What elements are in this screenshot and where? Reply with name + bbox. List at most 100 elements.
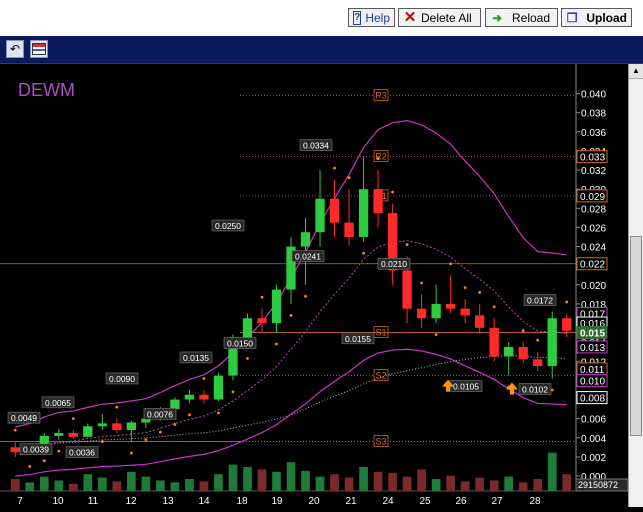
volume-bar — [344, 477, 354, 491]
volume-bar — [417, 469, 426, 491]
candle-body — [475, 315, 485, 328]
volume-bar — [286, 462, 296, 491]
y-tick-label: 0.038 — [581, 109, 606, 120]
candle-body — [97, 423, 107, 427]
chart-svg: DEWM0.0400.0380.0360.0340.0320.0300.0280… — [0, 64, 629, 507]
annotation-label: 0.0065 — [45, 398, 71, 408]
annotation-label: 0.0076 — [147, 409, 173, 419]
help-button[interactable]: ? Help — [348, 8, 395, 27]
upload-label: Upload — [586, 10, 627, 25]
annotation-label: 0.0155 — [345, 334, 371, 344]
delete-all-label: Delete All — [421, 10, 472, 25]
sar-dot — [333, 166, 336, 170]
candle-body — [373, 189, 383, 214]
volume-bar — [388, 472, 397, 491]
sar-dot — [565, 300, 569, 304]
volume-bar — [547, 452, 557, 491]
candle-body — [54, 432, 64, 436]
pivot-label-s2: S2 — [375, 371, 386, 381]
chart-panel-icon — [32, 43, 46, 55]
price-tag-label: 0.022 — [580, 260, 605, 271]
volume-bar — [315, 476, 325, 491]
x-tick-label: 26 — [455, 496, 467, 507]
candle-body — [68, 432, 78, 437]
volume-bar — [562, 474, 572, 491]
volume-bar — [199, 481, 209, 491]
undo-icon: ↶ — [9, 42, 21, 56]
sar-dot — [347, 176, 351, 180]
volume-bar — [39, 476, 49, 491]
price-tag-label: 0.013 — [580, 343, 605, 354]
pivot-label-s3: S3 — [375, 437, 386, 447]
candle-body — [547, 318, 557, 367]
candle-body — [329, 198, 340, 223]
scroll-thumb[interactable] — [630, 236, 642, 436]
x-tick-label: 18 — [236, 496, 248, 507]
volume-bar — [446, 475, 455, 491]
sar-dot — [246, 357, 249, 360]
sar-dot — [260, 295, 264, 299]
chart-settings-button[interactable] — [30, 40, 48, 58]
candle-body — [562, 318, 572, 331]
candle-body — [184, 394, 195, 400]
volume-bar — [301, 470, 310, 491]
candle-body — [460, 308, 470, 316]
candle-body — [518, 346, 528, 360]
volume-bar — [533, 479, 543, 491]
price-tag-label: 0.010 — [580, 376, 605, 387]
volume-bar — [257, 469, 267, 491]
volume-bar — [359, 467, 368, 491]
y-tick-label: 0.020 — [581, 281, 606, 292]
x-tick-label: 13 — [162, 496, 174, 507]
upload-button[interactable]: ❒ Upload — [561, 8, 632, 27]
y-tick-label: 0.002 — [581, 453, 606, 464]
annotation-label: 0.0241 — [295, 252, 321, 262]
y-tick-label: 0.028 — [581, 204, 606, 215]
volume-bar — [68, 483, 78, 491]
y-tick-label: 0.036 — [581, 128, 606, 139]
y-tick-label: 0.026 — [581, 223, 606, 234]
sar-dot — [129, 451, 133, 455]
volume-bar — [83, 474, 93, 491]
upload-cube-icon: ❒ — [566, 10, 578, 25]
sar-dot — [158, 430, 162, 434]
volume-bar — [475, 477, 485, 491]
reload-label: Reload — [512, 10, 551, 25]
candle-body — [126, 422, 137, 431]
candle-body — [402, 270, 412, 309]
sar-dot — [434, 333, 438, 336]
volume-bar — [112, 481, 122, 491]
volume-bar — [272, 471, 281, 491]
annotation-label: 0.0090 — [109, 374, 135, 384]
annotation-label: 0.0049 — [11, 413, 37, 423]
reload-button[interactable]: ➜ Reload — [485, 8, 558, 27]
annotation-label: 0.0039 — [23, 445, 49, 455]
top-toolbar: ? Help ✕ Delete All ➜ Reload ❒ Upload — [0, 0, 643, 36]
reload-arrow-icon: ➜ — [491, 10, 503, 25]
annotation-label: 0.0102 — [522, 384, 548, 394]
undo-button[interactable]: ↶ — [6, 40, 24, 58]
x-tick-label: 12 — [125, 496, 137, 507]
candle-body — [489, 327, 499, 357]
volume-bar — [243, 467, 252, 491]
vertical-scrollbar[interactable]: ▲ — [628, 64, 643, 507]
volume-bar — [54, 480, 64, 491]
candle-body — [213, 375, 224, 400]
x-tick-label: 21 — [345, 496, 357, 507]
x-tick-label: 19 — [271, 496, 283, 507]
sar-dot — [275, 342, 278, 346]
sar-dot — [188, 413, 191, 417]
delete-all-button[interactable]: ✕ Delete All — [398, 8, 481, 27]
stock-chart[interactable]: DEWM0.0400.0380.0360.0340.0320.0300.0280… — [0, 64, 629, 507]
volume-bar — [185, 479, 194, 491]
sar-dot — [100, 440, 104, 443]
help-icon: ? — [353, 10, 362, 25]
x-tick-label: 11 — [88, 496, 99, 507]
sar-dot — [478, 291, 482, 294]
scroll-up-icon[interactable]: ▲ — [629, 64, 643, 79]
candle-body — [344, 222, 354, 237]
y-tick-label: 0.032 — [581, 166, 606, 177]
sar-dot — [521, 329, 525, 333]
annotation-label: 0.0334 — [303, 141, 329, 151]
candle-body — [242, 318, 253, 338]
